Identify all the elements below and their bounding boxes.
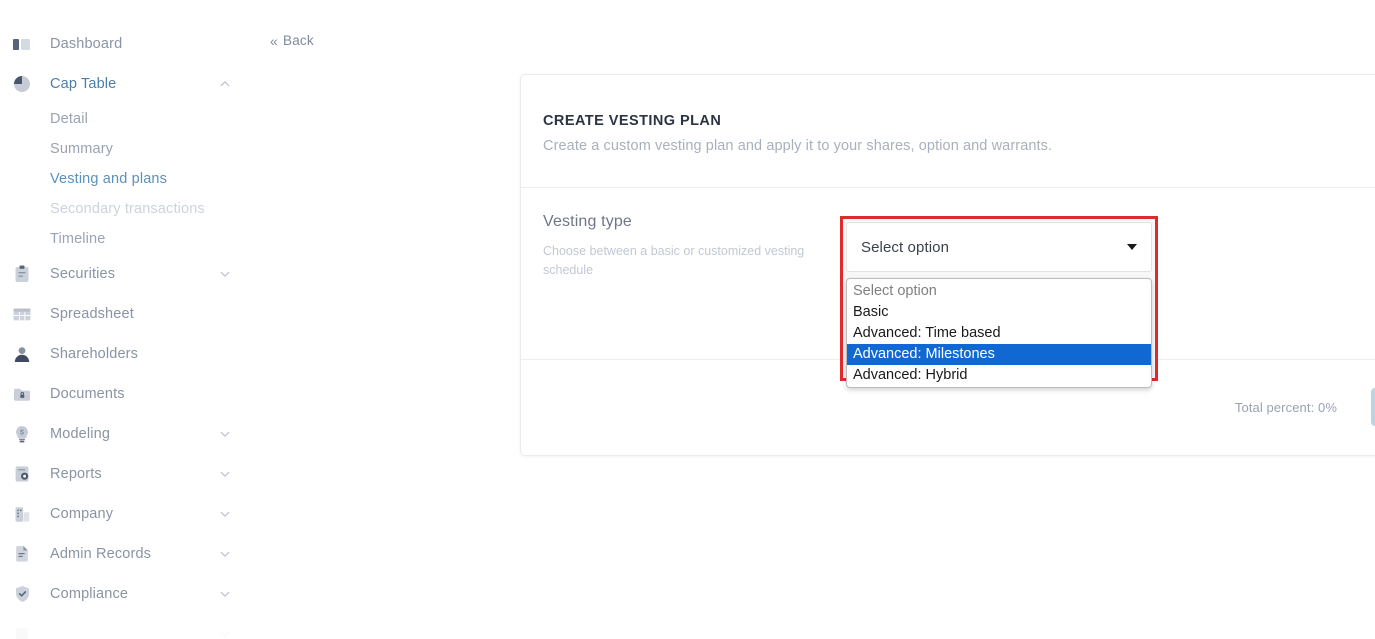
shield-check-icon [12, 584, 32, 604]
vesting-type-label-col: Vesting type Choose between a basic or c… [543, 213, 841, 359]
vesting-type-select-value: Select option [861, 238, 950, 256]
sidebar-item-documents[interactable]: Documents [0, 374, 249, 414]
dashboard-icon [12, 34, 32, 54]
sidebar-subitem-label: Summary [50, 141, 114, 157]
sidebar-item-label: Shareholders [50, 346, 139, 362]
sidebar-item-label: Documents [50, 386, 125, 402]
lightbulb-dollar-icon: $ [12, 424, 32, 444]
option-advanced-hybrid[interactable]: Advanced: Hybrid [847, 365, 1151, 386]
sidebar-item-reports[interactable]: Reports [0, 454, 249, 494]
vesting-type-select[interactable]: Select option [846, 222, 1152, 272]
sidebar-subitem-label: Vesting and plans [50, 171, 168, 187]
sidebar-item-timeline[interactable]: Timeline [0, 224, 249, 254]
sidebar-item-label: Compliance [50, 586, 129, 602]
sidebar-subitem-label: Detail [50, 111, 88, 127]
chevron-down-icon[interactable] [219, 268, 231, 280]
vesting-type-highlight-box: Select option Select option Basic Advanc… [840, 216, 1158, 388]
vesting-type-help-text: Choose between a basic or customized ves… [543, 244, 805, 278]
sidebar-item-shareholders[interactable]: Shareholders [0, 334, 249, 374]
report-gear-icon [12, 464, 32, 484]
sidebar-item-label: Reports [50, 466, 102, 482]
chevron-down-icon[interactable] [219, 588, 231, 600]
vesting-type-option-list[interactable]: Select option Basic Advanced: Time based… [846, 278, 1152, 388]
chevron-down-icon[interactable] [219, 548, 231, 560]
back-label: Back [283, 33, 314, 48]
sidebar-item-label: Company [50, 506, 114, 522]
back-chevron-icon: « [270, 32, 278, 49]
chevron-up-icon[interactable] [219, 78, 231, 90]
sidebar-item-detail[interactable]: Detail [0, 104, 249, 134]
option-advanced-milestones[interactable]: Advanced: Milestones [847, 344, 1151, 365]
sidebar-subitem-label: Secondary transactions [50, 201, 205, 217]
chevron-down-icon[interactable] [219, 508, 231, 520]
chevron-down-icon[interactable] [219, 468, 231, 480]
person-icon [12, 344, 32, 364]
sidebar-subitem-label: Timeline [50, 231, 106, 247]
sidebar: Dashboard Cap Table Detail Summary Vesti… [0, 0, 249, 639]
table-icon [12, 304, 32, 324]
building-icon [12, 504, 32, 524]
sidebar-item-partially-hidden[interactable] [0, 614, 249, 639]
admin-doc-icon [12, 544, 32, 564]
dropdown-caret-icon[interactable] [1127, 244, 1137, 250]
sidebar-item-label: Cap Table [50, 76, 117, 92]
sidebar-item-label: Modeling [50, 426, 111, 442]
card-header: CREATE VESTING PLAN Create a custom vest… [521, 75, 1375, 154]
generic-nav-icon [12, 624, 32, 639]
back-button[interactable]: « Back [270, 33, 314, 48]
sidebar-item-modeling[interactable]: $ Modeling [0, 414, 249, 454]
sidebar-item-label: Dashboard [50, 36, 123, 52]
sidebar-item-company[interactable]: Company [0, 494, 249, 534]
sidebar-item-dashboard[interactable]: Dashboard [0, 24, 249, 64]
sidebar-item-compliance[interactable]: Compliance [0, 574, 249, 614]
sidebar-item-securities[interactable]: Securities [0, 254, 249, 294]
sidebar-item-label: Admin Records [50, 546, 152, 562]
app-root: Dashboard Cap Table Detail Summary Vesti… [0, 0, 1375, 639]
sidebar-item-label: Spreadsheet [50, 306, 134, 322]
page-subtitle: Create a custom vesting plan and apply i… [543, 138, 1053, 154]
page-title: CREATE VESTING PLAN [543, 113, 722, 129]
sidebar-item-summary[interactable]: Summary [0, 134, 249, 164]
sidebar-item-cap-table[interactable]: Cap Table [0, 64, 249, 104]
total-percent-label: Total percent: 0% [1234, 399, 1337, 415]
chevron-down-icon[interactable] [219, 428, 231, 440]
option-advanced-time-based[interactable]: Advanced: Time based [847, 323, 1151, 344]
option-select-option[interactable]: Select option [847, 281, 1151, 302]
submit-button[interactable]: SUBMIT [1371, 388, 1375, 426]
sidebar-item-label [50, 626, 54, 639]
pie-chart-icon [12, 74, 32, 94]
clipboard-icon [12, 264, 32, 284]
sidebar-item-admin-records[interactable]: Admin Records [0, 534, 249, 574]
chevron-down-icon[interactable] [219, 628, 231, 639]
option-basic[interactable]: Basic [847, 302, 1151, 323]
sidebar-item-vesting-and-plans[interactable]: Vesting and plans [0, 164, 249, 194]
vesting-type-label: Vesting type [543, 213, 632, 230]
sidebar-item-secondary-transactions[interactable]: Secondary transactions [0, 194, 249, 224]
main-content: « Back CREATE VESTING PLAN Create a cust… [249, 0, 1375, 639]
sidebar-item-label: Securities [50, 266, 116, 282]
lock-folder-icon [12, 384, 32, 404]
sidebar-item-spreadsheet[interactable]: Spreadsheet [0, 294, 249, 334]
